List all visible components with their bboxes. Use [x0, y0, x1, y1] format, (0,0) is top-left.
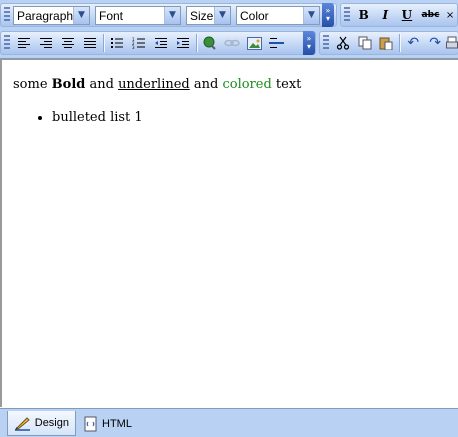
- tab-design[interactable]: Design: [7, 411, 76, 436]
- toolbar-row-format: Paragraph ▼ Font ▼ Size ▼ Color ▼ » ▾ B I…: [0, 2, 458, 28]
- insert-link-icon[interactable]: [199, 33, 221, 53]
- font-select[interactable]: Font ▼: [95, 5, 181, 25]
- size-select-value: Size: [190, 8, 214, 23]
- paste-icon[interactable]: [376, 33, 398, 53]
- design-icon: [14, 417, 30, 431]
- indent-icon[interactable]: [172, 33, 194, 53]
- print-icon[interactable]: [446, 33, 458, 53]
- bulleted-list: bulleted list 1: [2, 110, 458, 125]
- toolbar-row-paragraph: 123 » ▾ ↶ ↷: [0, 30, 458, 56]
- tab-html-label: HTML: [102, 417, 132, 430]
- numbered-list-icon[interactable]: 123: [128, 33, 150, 53]
- subscript-icon[interactable]: ×: [443, 5, 457, 25]
- insert-image-icon[interactable]: [243, 33, 265, 53]
- underlined-text: underlined: [118, 77, 190, 92]
- format-strip: Paragraph ▼ Font ▼ Size ▼ Color ▼ » ▾: [0, 3, 337, 27]
- outdent-icon[interactable]: [150, 33, 172, 53]
- paragraph-strip: 123 » ▾: [0, 31, 316, 55]
- style-strip: B I U abc ×: [340, 3, 458, 27]
- toolbar-overflow-chevron[interactable]: » ▾: [322, 3, 334, 27]
- chevron-down-icon: ▼: [164, 6, 180, 24]
- toolbar-overflow-chevron[interactable]: » ▾: [303, 31, 315, 55]
- strikethrough-button[interactable]: abc: [418, 5, 444, 25]
- chevron-down-icon: ▼: [73, 6, 89, 24]
- toolbar-area: Paragraph ▼ Font ▼ Size ▼ Color ▼ » ▾ B I…: [0, 0, 458, 59]
- mode-tab-bar: Design HTML: [0, 408, 458, 437]
- copy-icon[interactable]: [354, 33, 376, 53]
- text-run: and: [189, 77, 223, 92]
- tab-design-label: Design: [34, 417, 69, 429]
- redo-icon[interactable]: ↷: [424, 33, 446, 53]
- edit-strip: ↶ ↷: [319, 31, 458, 55]
- html-icon: [84, 416, 97, 431]
- italic-button[interactable]: I: [375, 5, 397, 25]
- paragraph-select-value: Paragraph: [17, 8, 73, 23]
- colored-text: colored: [222, 77, 272, 92]
- separator: [196, 34, 197, 52]
- grip-handle[interactable]: [323, 35, 329, 51]
- bold-text: Bold: [51, 77, 86, 92]
- text-run: and: [85, 77, 119, 92]
- text-run: some: [13, 77, 52, 92]
- chevron-down-icon: ▼: [214, 6, 230, 24]
- align-left-icon[interactable]: [13, 33, 35, 53]
- list-item: bulleted list 1: [52, 110, 458, 125]
- separator: [399, 34, 401, 52]
- chevron-down-icon: ▼: [303, 6, 319, 24]
- text-run: text: [271, 77, 302, 92]
- bold-button[interactable]: B: [353, 5, 375, 25]
- align-center-icon[interactable]: [57, 33, 79, 53]
- bulleted-list-icon[interactable]: [106, 33, 128, 53]
- justify-icon[interactable]: [79, 33, 101, 53]
- separator: [103, 34, 104, 52]
- grip-handle[interactable]: [4, 35, 10, 51]
- align-right-icon[interactable]: [35, 33, 57, 53]
- unlink-icon[interactable]: [221, 33, 243, 53]
- tab-html[interactable]: HTML: [78, 411, 142, 436]
- color-select-value: Color: [240, 8, 269, 23]
- grip-handle[interactable]: [344, 7, 350, 23]
- design-editor-area[interactable]: some Bold and underlined and colored tex…: [0, 59, 458, 407]
- underline-button[interactable]: U: [396, 5, 418, 25]
- paragraph-select[interactable]: Paragraph ▼: [13, 5, 90, 25]
- horizontal-rule-icon[interactable]: [265, 33, 287, 53]
- undo-icon[interactable]: ↶: [402, 33, 424, 53]
- grip-handle[interactable]: [4, 7, 10, 23]
- editor-paragraph: some Bold and underlined and colored tex…: [13, 77, 458, 92]
- svg-text:3: 3: [132, 45, 135, 49]
- font-select-value: Font: [99, 8, 124, 23]
- color-select[interactable]: Color ▼: [236, 5, 320, 25]
- size-select[interactable]: Size ▼: [186, 5, 231, 25]
- cut-icon[interactable]: [332, 33, 354, 53]
